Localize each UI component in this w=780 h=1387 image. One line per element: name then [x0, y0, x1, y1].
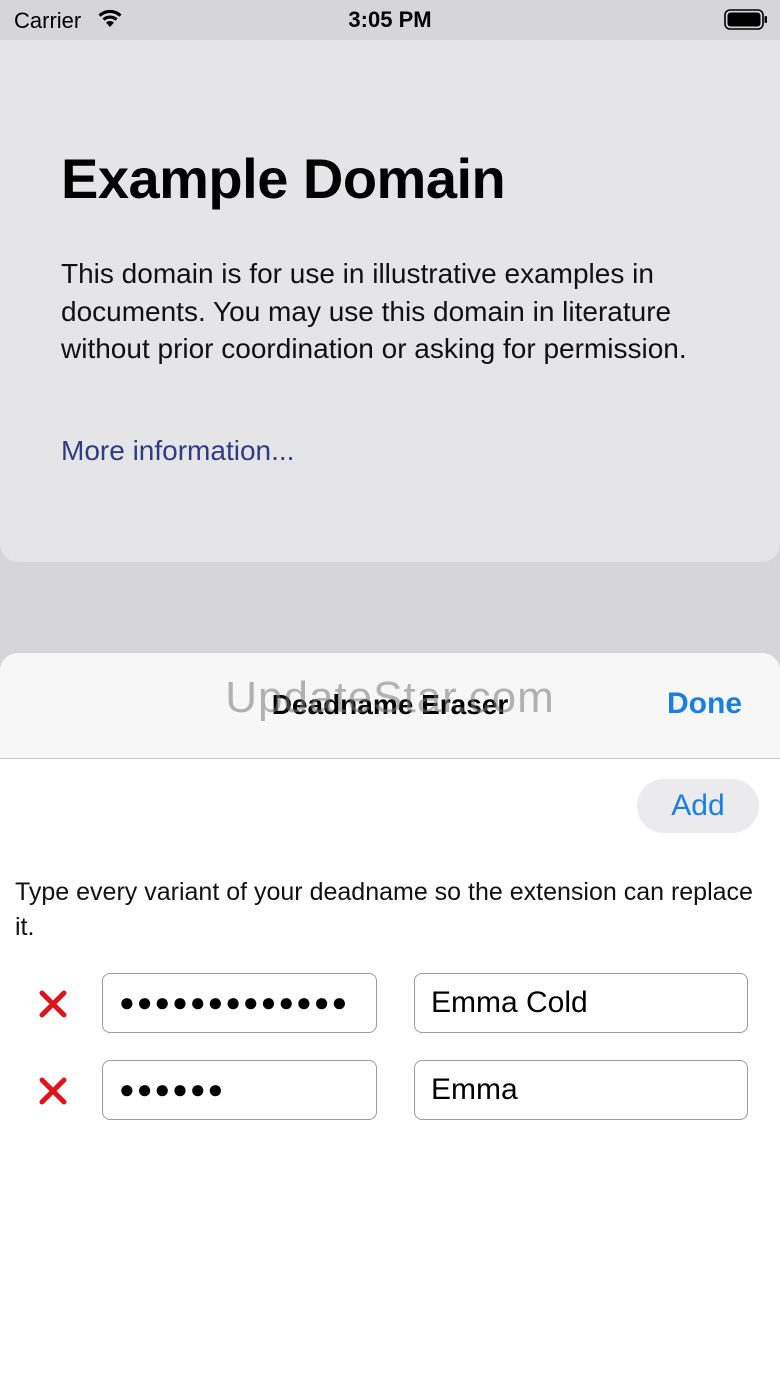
- sheet-title: Deadname Eraser: [271, 689, 509, 720]
- sheet-nav-bar: Deadname Eraser UpdateStar.com Done: [0, 653, 780, 759]
- remove-entry-button[interactable]: [36, 1074, 70, 1108]
- replacement-name-field[interactable]: Emma Cold: [414, 973, 748, 1033]
- close-icon: [39, 1077, 67, 1105]
- status-bar: Carrier 3:05 PM: [0, 0, 780, 40]
- extension-sheet: Deadname Eraser UpdateStar.com Done Add …: [0, 653, 780, 1387]
- deadname-secure-field[interactable]: ●●●●●●●●●●●●●: [102, 973, 377, 1033]
- replacement-name-field[interactable]: Emma: [414, 1060, 748, 1120]
- add-button[interactable]: Add: [637, 779, 759, 833]
- more-information-link[interactable]: More information...: [61, 435, 294, 467]
- entry-row: ●●●●●●●●●●●●● Emma Cold: [0, 973, 780, 1033]
- close-icon: [39, 990, 67, 1018]
- web-page-card: Example Domain This domain is for use in…: [0, 40, 780, 562]
- battery-icon: [724, 9, 767, 30]
- remove-entry-button[interactable]: [36, 987, 70, 1021]
- deadname-secure-field[interactable]: ●●●●●●: [102, 1060, 377, 1120]
- web-page-title: Example Domain: [61, 147, 506, 210]
- instructions-text: Type every variant of your deadname so t…: [15, 878, 753, 941]
- done-button[interactable]: Done: [667, 687, 742, 721]
- entry-row: ●●●●●● Emma: [0, 1060, 780, 1120]
- clock: 3:05 PM: [348, 7, 432, 32]
- web-page-body: This domain is for use in illustrative e…: [61, 258, 687, 364]
